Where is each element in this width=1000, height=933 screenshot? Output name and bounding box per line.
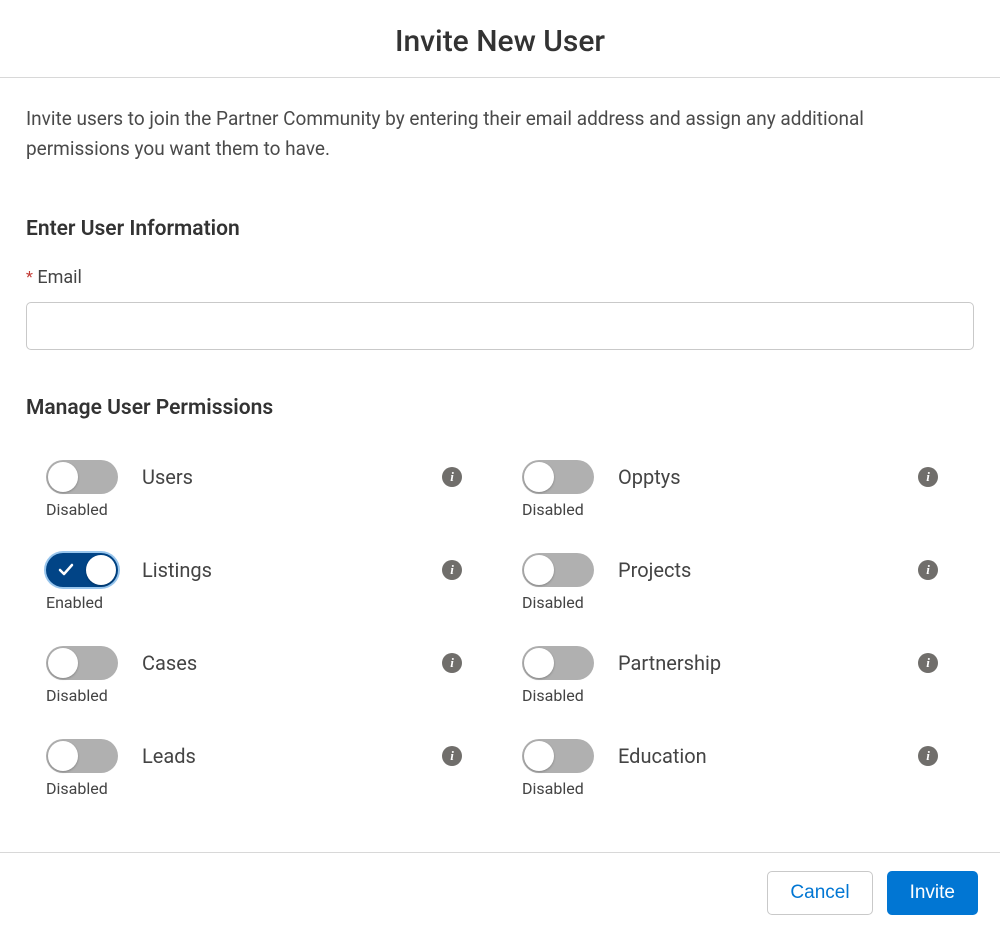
toggle-knob bbox=[524, 648, 554, 678]
permission-row: Education i bbox=[522, 739, 938, 773]
permission-state: Disabled bbox=[522, 500, 938, 519]
permission-item: Education i Disabled bbox=[522, 739, 938, 798]
info-icon[interactable]: i bbox=[442, 746, 462, 766]
page-title: Invite New User bbox=[0, 0, 1000, 77]
permission-item: Leadsi Disabled bbox=[46, 739, 462, 798]
permission-state: Disabled bbox=[46, 779, 462, 798]
toggle-users[interactable] bbox=[46, 460, 118, 494]
permissions-grid: UsersiDisabledOpptysiDisabledListingsiEn… bbox=[26, 460, 974, 798]
toggle-knob bbox=[524, 741, 554, 771]
permission-label: Partnership bbox=[618, 651, 910, 675]
permission-row: Casesi bbox=[46, 646, 462, 680]
permission-state: Disabled bbox=[522, 593, 938, 612]
toggle-knob bbox=[48, 741, 78, 771]
info-icon[interactable]: i bbox=[442, 653, 462, 673]
cancel-button[interactable]: Cancel bbox=[767, 871, 872, 915]
info-icon[interactable]: i bbox=[442, 467, 462, 487]
info-icon[interactable]: i bbox=[918, 653, 938, 673]
permission-label: Users bbox=[142, 465, 434, 489]
info-icon[interactable]: i bbox=[918, 560, 938, 580]
permission-row: Leadsi bbox=[46, 739, 462, 773]
required-indicator: * bbox=[26, 267, 33, 286]
section-permissions: Manage User Permissions bbox=[26, 396, 974, 420]
permission-item: Listings i Enabled bbox=[46, 553, 462, 612]
toggle-listings[interactable] bbox=[46, 553, 118, 587]
permission-row: Projects i bbox=[522, 553, 938, 587]
toggle-knob bbox=[524, 555, 554, 585]
email-label-text: Email bbox=[37, 267, 82, 288]
section-user-info: Enter User Information bbox=[26, 217, 974, 241]
permission-label: Education bbox=[618, 744, 910, 768]
info-icon[interactable]: i bbox=[442, 560, 462, 580]
permission-label: Leads bbox=[142, 744, 434, 768]
permission-item: Partnership i Disabled bbox=[522, 646, 938, 705]
permission-row: Partnership i bbox=[522, 646, 938, 680]
toggle-knob bbox=[48, 648, 78, 678]
toggle-knob bbox=[48, 462, 78, 492]
toggle-knob bbox=[86, 555, 116, 585]
permission-label: Projects bbox=[618, 558, 910, 582]
permission-row: Listings i bbox=[46, 553, 462, 587]
toggle-education[interactable] bbox=[522, 739, 594, 773]
info-icon[interactable]: i bbox=[918, 746, 938, 766]
permission-label: Listings bbox=[142, 558, 434, 582]
email-field[interactable] bbox=[26, 302, 974, 350]
content-area: Invite users to join the Partner Communi… bbox=[0, 78, 1000, 798]
permission-state: Disabled bbox=[522, 686, 938, 705]
permission-item: Projects i Disabled bbox=[522, 553, 938, 612]
permission-state: Disabled bbox=[46, 686, 462, 705]
permission-state: Disabled bbox=[46, 500, 462, 519]
permission-row: Opptysi bbox=[522, 460, 938, 494]
permission-item: Opptysi Disabled bbox=[522, 460, 938, 519]
toggle-projects[interactable] bbox=[522, 553, 594, 587]
info-icon[interactable]: i bbox=[918, 467, 938, 487]
footer: Cancel Invite bbox=[0, 852, 1000, 933]
toggle-opptys[interactable] bbox=[522, 460, 594, 494]
check-icon bbox=[58, 562, 74, 578]
permission-label: Cases bbox=[142, 651, 434, 675]
toggle-leads[interactable] bbox=[46, 739, 118, 773]
permission-row: Usersi bbox=[46, 460, 462, 494]
toggle-partnership[interactable] bbox=[522, 646, 594, 680]
toggle-cases[interactable] bbox=[46, 646, 118, 680]
invite-button[interactable]: Invite bbox=[887, 871, 978, 915]
permission-item: Usersi Disabled bbox=[46, 460, 462, 519]
permission-state: Enabled bbox=[46, 593, 462, 612]
toggle-knob bbox=[524, 462, 554, 492]
email-label: * Email bbox=[26, 267, 974, 288]
permission-label: Opptys bbox=[618, 465, 910, 489]
permission-state: Disabled bbox=[522, 779, 938, 798]
intro-text: Invite users to join the Partner Communi… bbox=[26, 104, 926, 165]
permission-item: Casesi Disabled bbox=[46, 646, 462, 705]
